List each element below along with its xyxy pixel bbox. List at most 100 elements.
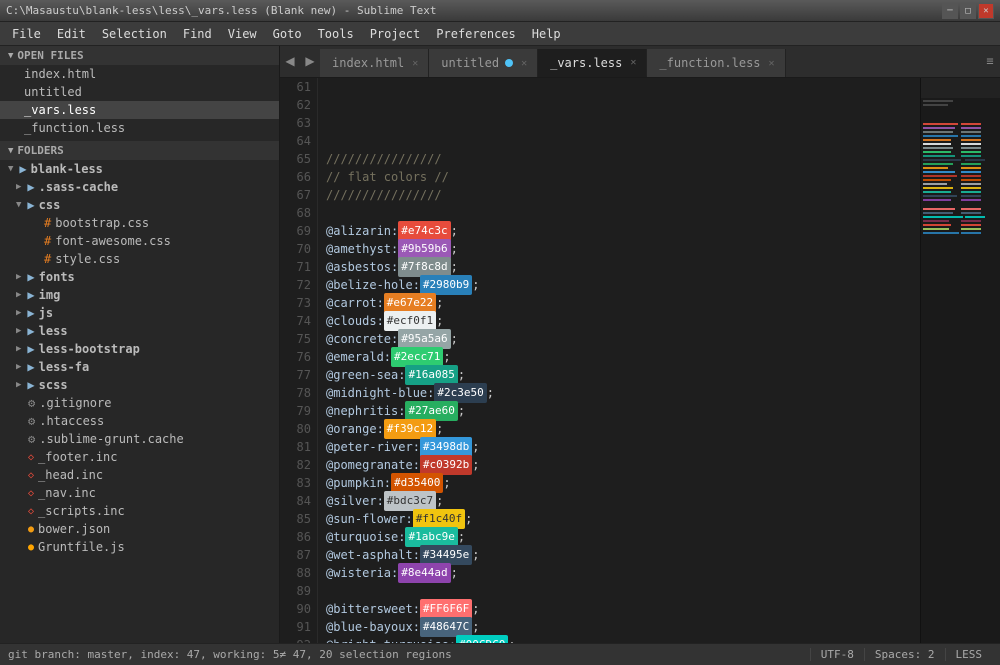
folder-name: less-fa [39,360,90,374]
sidebar-item-gruntfile[interactable]: ● Gruntfile.js [0,538,279,556]
code-line: @orange: #f39c12; [326,420,912,438]
line-number: 64 [280,132,311,150]
folders-arrow: ▼ [8,146,13,156]
maximize-button[interactable]: □ [960,3,976,19]
sidebar-item-scripts-inc[interactable]: ◇ _scripts.inc [0,502,279,520]
folders-label: FOLDERS [17,144,63,157]
var-name: @concrete: [326,330,398,348]
code-line: @nephritis: #27ae60; [326,402,912,420]
file-label: _footer.inc [38,450,117,464]
folder-css[interactable]: ▼ ▶ css [0,196,279,214]
sidebar-item-htaccess[interactable]: ⚙ .htaccess [0,412,279,430]
close-button[interactable]: ✕ [978,3,994,19]
color-value: #9b59b6 [398,239,450,259]
folder-fonts[interactable]: ▶ ▶ fonts [0,268,279,286]
menu-item-goto[interactable]: Goto [265,25,310,43]
sidebar-item-head-inc[interactable]: ◇ _head.inc [0,466,279,484]
var-name: @peter-river: [326,438,420,456]
color-value: #d35400 [391,473,443,493]
modified-indicator [505,59,513,67]
color-value: #ecf0f1 [384,311,436,331]
var-name: @amethyst: [326,240,398,258]
minimize-button[interactable]: ─ [942,3,958,19]
sidebar-item-bower-json[interactable]: ● bower.json [0,520,279,538]
sidebar-item-font-awesome-css[interactable]: # font-awesome.css [0,232,279,250]
minimap [920,78,1000,643]
code-editor[interactable]: 6162636465666768697071727374757677787980… [280,78,1000,643]
color-value: #2980b9 [420,275,472,295]
window-controls: ─ □ ✕ [942,3,994,19]
line-number: 71 [280,258,311,276]
tab-untitled[interactable]: untitled ✕ [429,49,538,77]
menu-item-preferences[interactable]: Preferences [428,25,523,43]
file-label: .gitignore [39,396,111,410]
tab-next-button[interactable]: ▶ [300,46,320,77]
folder-name: scss [39,378,68,392]
color-value: #7f8c8d [398,257,450,277]
tab-index-html[interactable]: index.html ✕ [320,49,429,77]
folder-less[interactable]: ▶ ▶ less [0,322,279,340]
line-number: 68 [280,204,311,222]
title-text: C:\Masaustu\blank-less\less\_vars.less (… [6,4,942,17]
tab-close-button[interactable]: ✕ [769,58,775,69]
tab-function-less[interactable]: _function.less ✕ [647,49,785,77]
code-line [326,96,912,114]
tab-prev-button[interactable]: ◀ [280,46,300,77]
line-number: 65 [280,150,311,168]
menu-item-find[interactable]: Find [175,25,220,43]
sidebar-item-function-less[interactable]: _function.less [0,119,279,137]
folder-name: fonts [39,270,75,284]
json-icon: ● [28,524,34,535]
menu-item-help[interactable]: Help [524,25,569,43]
file-label: .sublime-grunt.cache [39,432,184,446]
color-value: #bdc3c7 [384,491,436,511]
sidebar-item-vars-less[interactable]: _vars.less [0,101,279,119]
tab-close-button[interactable]: ✕ [521,58,527,69]
color-value: #16a085 [405,365,457,385]
folder-sass-cache[interactable]: ▶ ▶ .sass-cache [0,178,279,196]
sidebar-item-gitignore[interactable]: ⚙ .gitignore [0,394,279,412]
folder-less-fa[interactable]: ▶ ▶ less-fa [0,358,279,376]
menu-item-file[interactable]: File [4,25,49,43]
var-name: @pomegranate: [326,456,420,474]
sidebar-item-footer-inc[interactable]: ◇ _footer.inc [0,448,279,466]
color-value: #00CDC0 [456,635,508,643]
folder-scss[interactable]: ▶ ▶ scss [0,376,279,394]
sidebar-item-sublime-grunt[interactable]: ⚙ .sublime-grunt.cache [0,430,279,448]
inc-icon: ◇ [28,488,34,499]
tab-close-button[interactable]: ✕ [630,57,636,68]
line-number: 88 [280,564,311,582]
folder-img[interactable]: ▶ ▶ img [0,286,279,304]
var-name: @emerald: [326,348,391,366]
tab-close-button[interactable]: ✕ [412,58,418,69]
menu-item-tools[interactable]: Tools [310,25,362,43]
sidebar-item-style-css[interactable]: # style.css [0,250,279,268]
menu-item-selection[interactable]: Selection [94,25,175,43]
folder-icon: ▶ [27,180,34,194]
expand-arrow: ▶ [16,362,21,372]
sidebar-item-untitled[interactable]: untitled [0,83,279,101]
tab-label: _function.less [659,56,760,70]
tab-vars-less[interactable]: _vars.less ✕ [538,49,647,77]
code-line: @alizarin: #e74c3c; [326,222,912,240]
var-name: @silver: [326,492,384,510]
folder-blank-less[interactable]: ▼ ▶ blank-less [0,160,279,178]
folder-name: css [39,198,61,212]
sidebar-item-bootstrap-css[interactable]: # bootstrap.css [0,214,279,232]
folder-name: .sass-cache [39,180,118,194]
menu-item-project[interactable]: Project [362,25,429,43]
code-line: @sun-flower: #f1c40f; [326,510,912,528]
folder-less-bootstrap[interactable]: ▶ ▶ less-bootstrap [0,340,279,358]
sidebar-item-nav-inc[interactable]: ◇ _nav.inc [0,484,279,502]
sidebar-item-index-html[interactable]: index.html [0,65,279,83]
tab-overflow-button[interactable]: ≡ [980,46,1000,77]
file-label: _scripts.inc [38,504,125,518]
menu-item-view[interactable]: View [220,25,265,43]
code-line: @green-sea: #16a085; [326,366,912,384]
code-content[interactable]: ////////////////// flat colors /////////… [318,78,920,643]
var-name: @belize-hole: [326,276,420,294]
dot-icon: ⚙ [28,396,35,410]
folder-js[interactable]: ▶ ▶ js [0,304,279,322]
menu-item-edit[interactable]: Edit [49,25,94,43]
color-value: #f39c12 [384,419,436,439]
